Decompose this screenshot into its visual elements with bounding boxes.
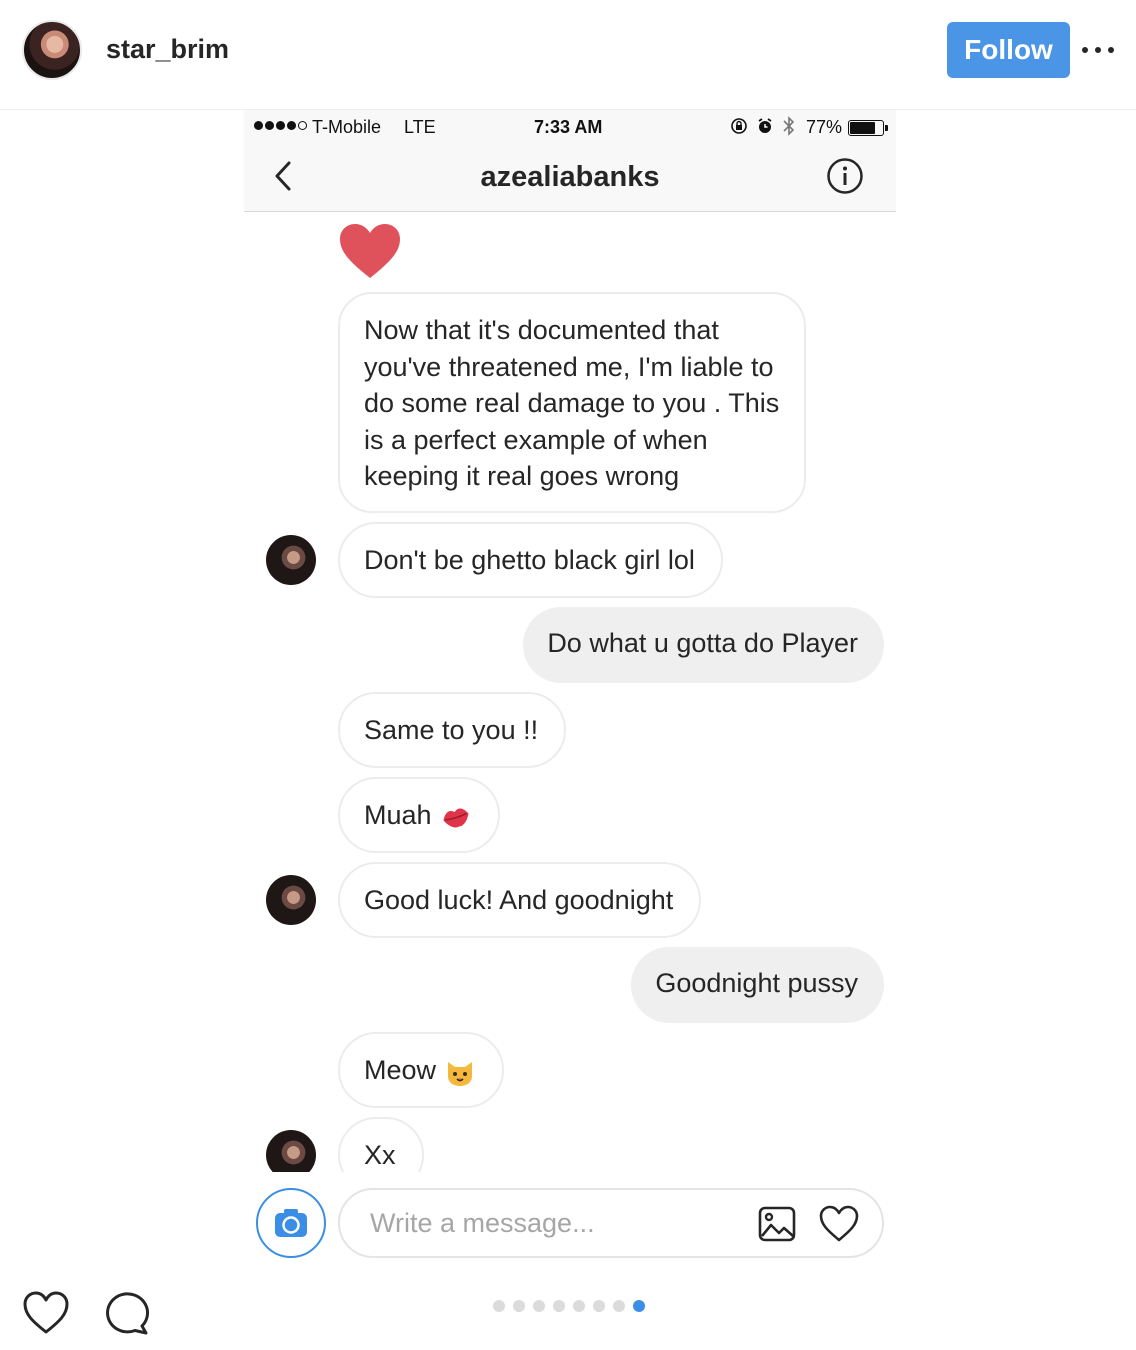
incoming-message[interactable]: Good luck! And goodnight — [338, 862, 702, 938]
message-text: Same to you !! — [364, 715, 539, 745]
info-icon[interactable] — [826, 157, 864, 195]
incoming-message[interactable]: Muah — [338, 777, 500, 853]
bluetooth-icon — [783, 116, 795, 136]
carrier-name: T-Mobile — [312, 117, 382, 137]
comment-icon[interactable] — [102, 1290, 150, 1336]
carousel-dot[interactable] — [533, 1300, 545, 1312]
incoming-message[interactable]: Now that it's documented that you've thr… — [338, 292, 806, 513]
message-text: Meow — [364, 1055, 437, 1085]
message-text: Do what u gotta do Player — [547, 628, 858, 658]
cat-face-emoji — [448, 1061, 473, 1086]
outgoing-message[interactable]: Do what u gotta do Player — [523, 607, 884, 683]
post-header: star_brim Follow — [0, 0, 1136, 110]
camera-icon — [275, 1209, 307, 1237]
carousel-dot[interactable] — [633, 1300, 645, 1312]
heart-icon[interactable] — [819, 1205, 859, 1243]
incoming-message[interactable]: Don't be ghetto black girl lol — [338, 522, 723, 598]
post-author-avatar[interactable] — [22, 20, 82, 80]
carousel-dot[interactable] — [613, 1300, 625, 1312]
message-text: Goodnight pussy — [655, 968, 858, 998]
carousel-dot[interactable] — [493, 1300, 505, 1312]
status-bar: T-Mobile LTE 7:33 AM 77% — [244, 110, 896, 144]
carousel-dot[interactable] — [593, 1300, 605, 1312]
message-composer — [244, 1172, 896, 1270]
alarm-icon — [758, 118, 772, 133]
follow-button[interactable]: Follow — [947, 22, 1070, 78]
carousel-dot[interactable] — [513, 1300, 525, 1312]
rotation-lock-icon — [731, 118, 747, 134]
red-heart-emoji — [340, 224, 400, 278]
more-options-icon[interactable] — [1082, 38, 1114, 62]
kiss-lips-emoji — [442, 808, 469, 828]
message-input[interactable] — [338, 1188, 884, 1258]
sender-avatar[interactable] — [266, 875, 316, 925]
incoming-message[interactable]: Same to you !! — [338, 692, 567, 768]
like-heart-icon[interactable] — [22, 1290, 70, 1336]
status-time: 7:33 AM — [534, 117, 603, 137]
battery-icon — [848, 120, 884, 136]
message-text: Muah — [364, 800, 432, 830]
network-type: LTE — [404, 117, 436, 137]
gallery-icon[interactable] — [758, 1205, 796, 1243]
carousel-indicator — [493, 1300, 645, 1312]
message-text: Now that it's documented that you've thr… — [364, 315, 780, 491]
dm-screenshot: T-Mobile LTE 7:33 AM 77% azealiabanks No… — [244, 110, 896, 1270]
thread-nav-bar: azealiabanks — [244, 144, 896, 212]
carousel-dot[interactable] — [573, 1300, 585, 1312]
thread-title[interactable]: azealiabanks — [244, 161, 896, 194]
post-username[interactable]: star_brim — [106, 34, 229, 65]
camera-button[interactable] — [256, 1188, 326, 1258]
outgoing-message[interactable]: Goodnight pussy — [631, 947, 884, 1023]
incoming-message[interactable]: Meow — [338, 1032, 505, 1108]
sender-avatar[interactable] — [266, 1130, 316, 1172]
carousel-dot[interactable] — [553, 1300, 565, 1312]
message-list[interactable]: Now that it's documented that you've thr… — [244, 212, 896, 1172]
message-text: Good luck! And goodnight — [364, 885, 674, 915]
sender-avatar[interactable] — [266, 535, 316, 585]
incoming-message[interactable]: Xx — [338, 1117, 424, 1172]
signal-strength-icon — [254, 121, 307, 130]
message-text: Don't be ghetto black girl lol — [364, 545, 695, 575]
message-text: Xx — [364, 1140, 396, 1170]
battery-percent: 77% — [806, 117, 843, 137]
